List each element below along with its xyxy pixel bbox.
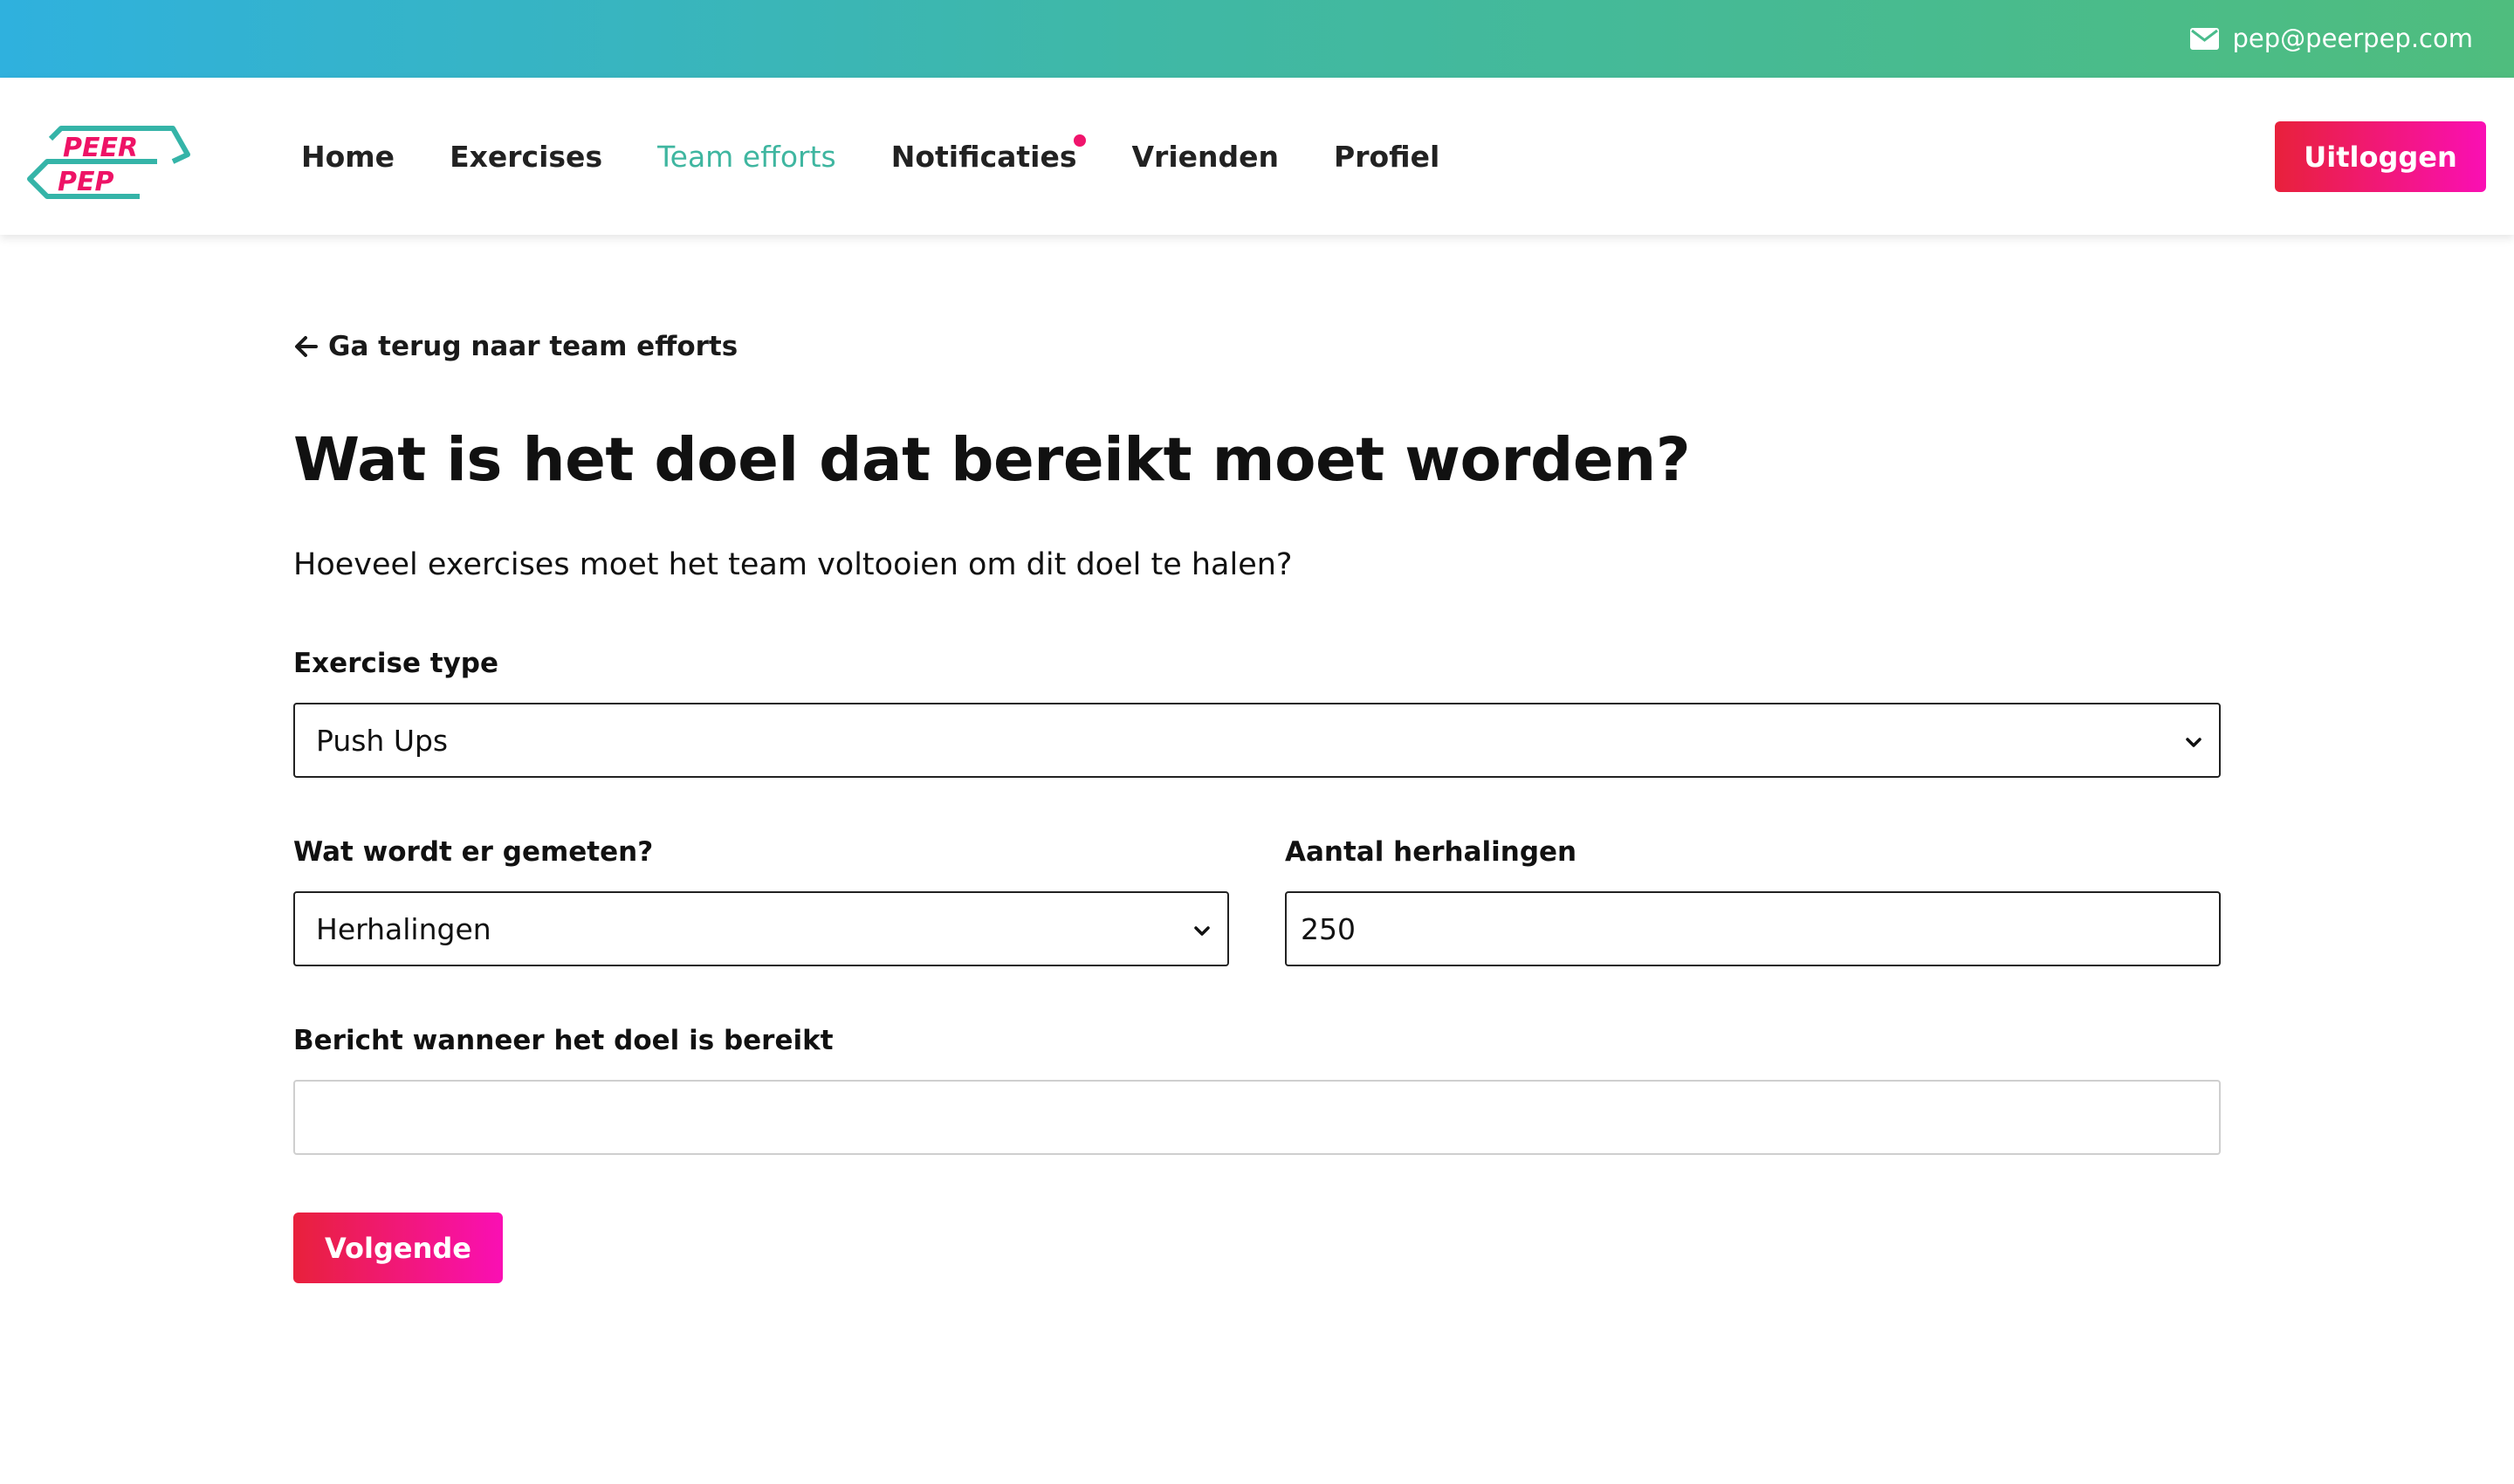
logo-word-peer: PEER [63,133,138,163]
logo-graphic: PEER PEP [27,126,190,199]
repetitions-value: 250 [1301,911,1356,946]
nav-item-exercises[interactable]: Exercises [450,140,602,174]
exercise-type-label: Exercise type [293,648,498,679]
goal-message-label: Bericht wanneer het doel is bereikt [293,1025,834,1056]
back-link-label: Ga terug naar team efforts [328,331,738,362]
contact-email-text: pep@peerpep.com [2232,24,2474,53]
chevron-down-icon [2186,738,2201,747]
logout-button[interactable]: Uitloggen [2275,121,2486,192]
repetitions-input[interactable]: 250 [1285,891,2221,966]
peerpep-logo[interactable]: PEER PEP [26,106,192,200]
measured-value: Herhalingen [316,911,491,946]
repetitions-label: Aantal herhalingen [1285,836,1577,868]
nav-menu: Home Exercises Team efforts Notificaties… [301,78,1494,235]
nav-item-home[interactable]: Home [301,140,395,174]
exercise-type-value: Push Ups [316,723,449,758]
envelope-icon [2189,27,2219,50]
back-to-team-efforts-link[interactable]: Ga terug naar team efforts [293,331,738,362]
main-navbar: PEER PEP Home Exercises Team efforts Not… [0,78,2514,235]
page-subtitle: Hoeveel exercises moet het team voltooie… [293,547,1293,582]
nav-item-notificaties[interactable]: Notificaties [890,134,1086,174]
page-title: Wat is het doel dat bereikt moet worden? [293,425,1691,495]
next-button[interactable]: Volgende [293,1213,503,1283]
logo-word-pep: PEP [58,167,113,197]
arrow-left-icon [295,336,318,357]
exercise-type-select[interactable]: Push Ups [293,703,2221,778]
contact-email-link[interactable]: pep@peerpep.com [2189,19,2474,58]
nav-item-team-efforts[interactable]: Team efforts [657,140,836,174]
top-contact-bar: pep@peerpep.com [0,0,2514,78]
measured-label: Wat wordt er gemeten? [293,836,654,868]
measured-select[interactable]: Herhalingen [293,891,1229,966]
chevron-down-icon [1194,926,1210,936]
nav-item-profiel[interactable]: Profiel [1334,140,1439,174]
nav-item-vrienden[interactable]: Vrienden [1132,140,1280,174]
notification-dot [1073,134,1086,147]
nav-item-notificaties-label: Notificaties [890,139,1077,174]
goal-message-input[interactable] [293,1080,2221,1155]
